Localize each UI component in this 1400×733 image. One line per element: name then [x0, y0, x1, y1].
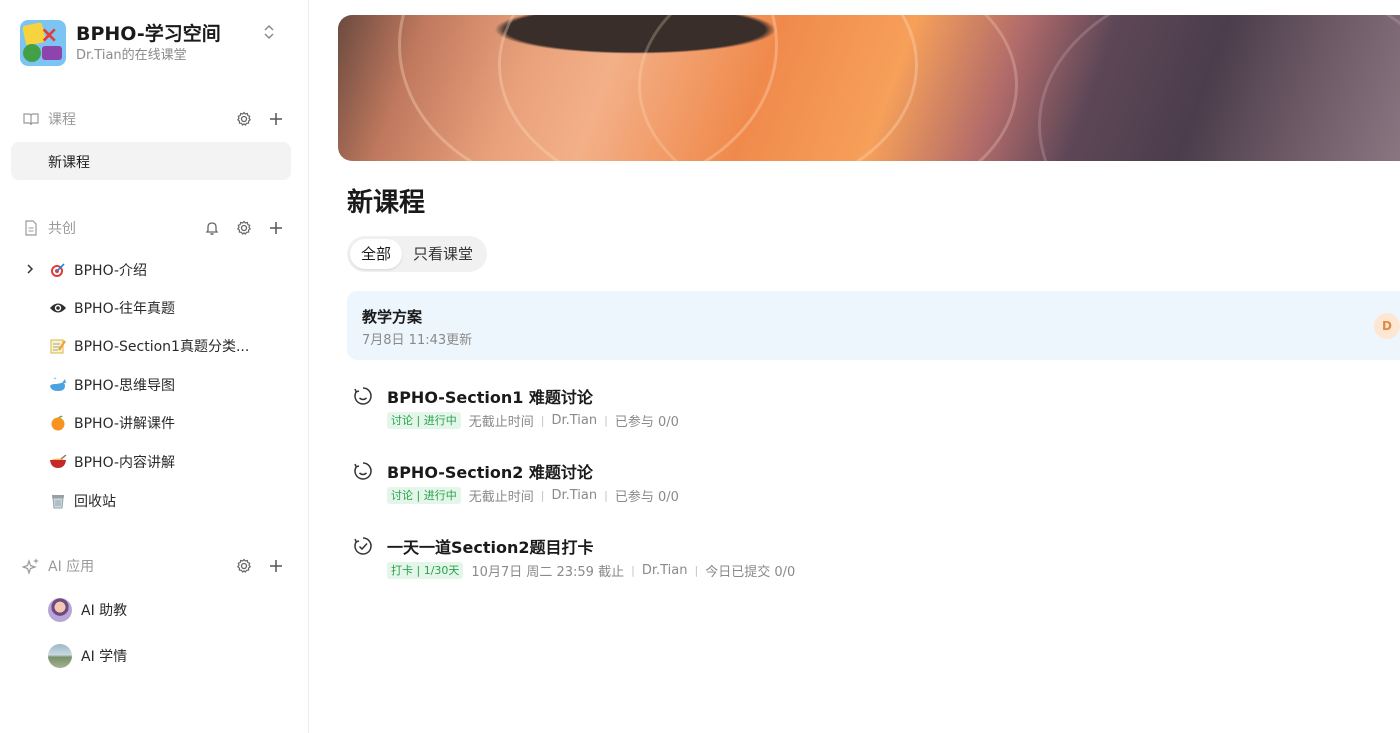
sidebar-item-label: BPHO-往年真题 [74, 301, 176, 317]
ai-section-header: AI 应用 [22, 554, 286, 578]
sidebar-item-label: BPHO-讲解课件 [74, 416, 176, 432]
sidebar-item-label: BPHO-思维导图 [74, 378, 176, 394]
add-cocreate-icon[interactable] [266, 218, 286, 238]
checkin-icon [353, 536, 373, 556]
sidebar: × BPHO-学习空间 Dr.Tian的在线课堂 课程 新课程 共创 BPHO-… [0, 0, 309, 733]
sidebar-item-bpho-section1[interactable]: BPHO-Section1真题分类... [48, 335, 249, 357]
bowl-icon [48, 453, 68, 471]
bell-icon[interactable] [202, 218, 222, 238]
book-icon [22, 110, 40, 128]
page-title: 新课程 [347, 188, 426, 218]
filter-classroom-only[interactable]: 只看课堂 [402, 239, 484, 269]
avatar-icon [48, 598, 72, 622]
discussion-timer-icon [353, 386, 373, 406]
separator: | [694, 564, 699, 577]
activity-deadline: 无截止时间 [468, 415, 534, 430]
filter-segmented-control: 全部 只看课堂 [347, 236, 488, 272]
trash-icon [48, 492, 68, 510]
sparkle-icon [22, 557, 40, 575]
sidebar-item-label: AI 助教 [81, 603, 128, 619]
sidebar-item-bpho-mindmap[interactable]: BPHO-思维导图 [48, 374, 175, 396]
activity-progress: 已参与 0/0 [614, 490, 679, 505]
activity-progress: 已参与 0/0 [614, 415, 679, 430]
activity-title: BPHO-Section2 难题讨论 [387, 463, 593, 482]
sidebar-item-label: BPHO-内容讲解 [74, 455, 176, 471]
avatar-icon [48, 644, 72, 668]
activity-title: 一天一道Section2题目打卡 [387, 538, 594, 557]
activity-item[interactable]: BPHO-Section2 难题讨论 讨论 | 进行中 无截止时间 | Dr.T… [353, 459, 1113, 507]
workspace-logo: × [20, 20, 66, 66]
chevron-right-icon[interactable] [26, 263, 40, 277]
sidebar-item-new-course[interactable]: 新课程 [11, 142, 291, 180]
activity-author: Dr.Tian [551, 488, 598, 503]
sidebar-item-label: AI 学情 [81, 649, 128, 665]
workspace-subtitle: Dr.Tian的在线课堂 [76, 48, 187, 63]
separator: | [604, 414, 608, 427]
doc-card-title: 教学方案 [362, 308, 423, 326]
memo-icon [48, 337, 68, 355]
activity-meta: 讨论 | 进行中 无截止时间 | Dr.Tian | 已参与 0/0 [387, 411, 679, 430]
eye-icon [48, 299, 68, 317]
sidebar-item-label: 新课程 [48, 155, 90, 171]
ai-section-label: AI 应用 [48, 559, 95, 575]
gear-icon[interactable] [234, 556, 254, 576]
activity-deadline: 无截止时间 [468, 490, 534, 505]
courses-section-header: 课程 [22, 107, 286, 131]
sidebar-item-trash[interactable]: 回收站 [48, 490, 116, 512]
sidebar-item-label: 回收站 [74, 494, 116, 510]
sidebar-item-label: BPHO-介绍 [74, 263, 148, 279]
sidebar-item-label: BPHO-Section1真题分类... [74, 339, 250, 355]
sidebar-item-bpho-slides[interactable]: BPHO-讲解课件 [48, 412, 175, 434]
course-cover-banner [338, 15, 1400, 161]
separator: | [540, 489, 545, 502]
chevron-updown-icon[interactable] [260, 24, 278, 44]
activity-title: BPHO-Section1 难题讨论 [387, 388, 593, 407]
sidebar-item-ai-assistant[interactable]: AI 助教 [48, 598, 127, 622]
main-content: 新课程 全部 只看课堂 教学方案 7月8日 11:43更新 D BPHO-Sec… [309, 0, 1400, 733]
activity-item[interactable]: BPHO-Section1 难题讨论 讨论 | 进行中 无截止时间 | Dr.T… [353, 384, 1113, 432]
add-ai-app-icon[interactable] [266, 556, 286, 576]
activity-progress: 今日已提交 0/0 [705, 565, 796, 580]
status-badge: 讨论 | 进行中 [387, 412, 461, 429]
dart-target-icon [48, 261, 68, 279]
gear-icon[interactable] [234, 109, 254, 129]
workspace-title: BPHO-学习空间 [76, 23, 221, 45]
doc-card-updated: 7月8日 11:43更新 [362, 333, 473, 348]
cocreate-section-header: 共创 [22, 216, 286, 240]
orange-icon [48, 414, 68, 432]
courses-section-label: 课程 [48, 112, 76, 128]
discussion-timer-icon [353, 461, 373, 481]
status-badge: 打卡 | 1/30天 [387, 562, 464, 579]
sidebar-item-bpho-explain[interactable]: BPHO-内容讲解 [48, 451, 175, 473]
add-course-icon[interactable] [266, 109, 286, 129]
cocreate-section-label: 共创 [48, 221, 76, 237]
activity-deadline: 10月7日 周二 23:59 截止 [471, 565, 625, 580]
activity-author: Dr.Tian [641, 563, 688, 578]
sidebar-item-ai-analytics[interactable]: AI 学情 [48, 644, 127, 668]
author-avatar-badge: D [1374, 313, 1400, 339]
workspace-header[interactable]: × BPHO-学习空间 Dr.Tian的在线课堂 [20, 20, 290, 72]
status-badge: 讨论 | 进行中 [387, 487, 461, 504]
teaching-plan-card[interactable]: 教学方案 7月8日 11:43更新 D [347, 291, 1400, 360]
whale-icon [48, 376, 68, 394]
activity-meta: 讨论 | 进行中 无截止时间 | Dr.Tian | 已参与 0/0 [387, 486, 679, 505]
sidebar-item-bpho-past-papers[interactable]: BPHO-往年真题 [48, 297, 175, 319]
sidebar-item-bpho-intro[interactable]: BPHO-介绍 [26, 259, 147, 281]
separator: | [540, 414, 545, 427]
separator: | [604, 489, 608, 502]
activity-author: Dr.Tian [551, 413, 598, 428]
filter-all[interactable]: 全部 [350, 239, 403, 269]
activity-meta: 打卡 | 1/30天 10月7日 周二 23:59 截止 | Dr.Tian |… [387, 561, 795, 580]
document-icon [22, 219, 40, 237]
activity-item[interactable]: 一天一道Section2题目打卡 打卡 | 1/30天 10月7日 周二 23:… [353, 534, 1113, 582]
gear-icon[interactable] [234, 218, 254, 238]
separator: | [631, 564, 635, 577]
